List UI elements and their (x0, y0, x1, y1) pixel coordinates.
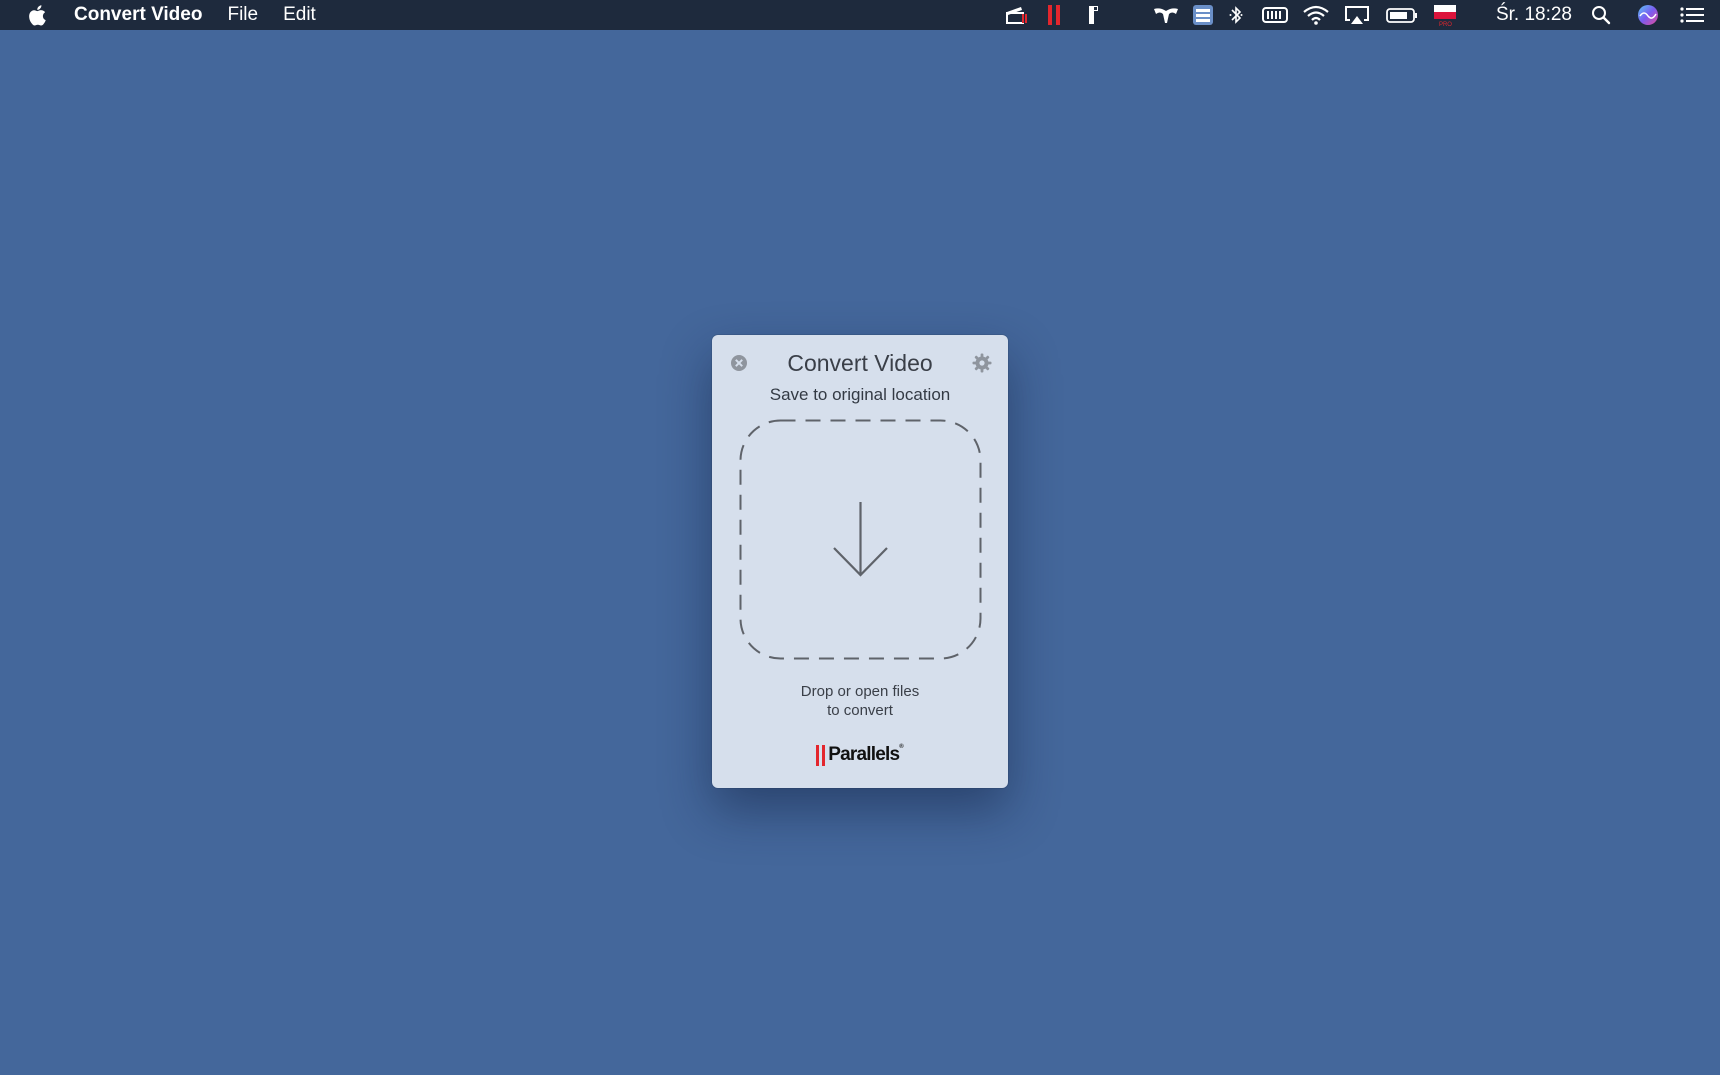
brand-name: Parallels® (828, 744, 904, 765)
bluetooth-icon[interactable] (1228, 0, 1244, 30)
parallels-icon[interactable] (1044, 0, 1064, 30)
flag-badge: PRO (1438, 22, 1452, 28)
parallels-toolbox-icon[interactable] (1004, 0, 1030, 30)
file-drop-zone[interactable] (739, 419, 982, 660)
list-menu-icon[interactable] (1192, 0, 1214, 30)
window-title: Convert Video (787, 350, 933, 376)
convert-video-window: Convert Video Save to original location … (712, 335, 1008, 788)
notification-center-icon[interactable] (1680, 0, 1704, 30)
keyboard-icon[interactable] (1261, 0, 1288, 30)
settings-button[interactable] (972, 353, 992, 373)
gear-icon (972, 353, 992, 373)
drop-instructions: Drop or open files to convert (712, 682, 1008, 720)
airplay-icon[interactable] (1344, 0, 1370, 30)
siri-icon[interactable] (1636, 0, 1660, 30)
drop-instructions-line2: to convert (827, 702, 893, 719)
apple-menu-icon[interactable] (27, 4, 47, 26)
bartender-icon[interactable] (1152, 0, 1180, 30)
save-location-selector[interactable]: Save to original location (712, 385, 1008, 405)
menu-bar-status: PRO Śr. 18:28 (1004, 0, 1720, 30)
menu-bar-clock[interactable]: Śr. 18:28 (1496, 4, 1572, 26)
menu-file[interactable]: File (227, 4, 258, 26)
menu-bar-left: Convert Video File Edit (0, 0, 341, 30)
spotlight-search-icon[interactable] (1590, 0, 1612, 30)
arrow-down-icon (833, 502, 888, 577)
app-status-icon[interactable] (1084, 0, 1104, 30)
menu-bar: Convert Video File Edit PRO Śr. 18:28 (0, 0, 1720, 30)
menu-app-name[interactable]: Convert Video (74, 4, 202, 26)
parallels-logo[interactable]: Parallels® (712, 744, 1008, 766)
drop-instructions-line1: Drop or open files (800, 683, 920, 700)
poland-flag-icon[interactable]: PRO (1432, 0, 1458, 30)
menu-edit[interactable]: Edit (283, 4, 316, 26)
battery-icon[interactable] (1386, 0, 1418, 30)
parallels-bars-icon (816, 744, 826, 766)
wifi-icon[interactable] (1302, 0, 1330, 30)
